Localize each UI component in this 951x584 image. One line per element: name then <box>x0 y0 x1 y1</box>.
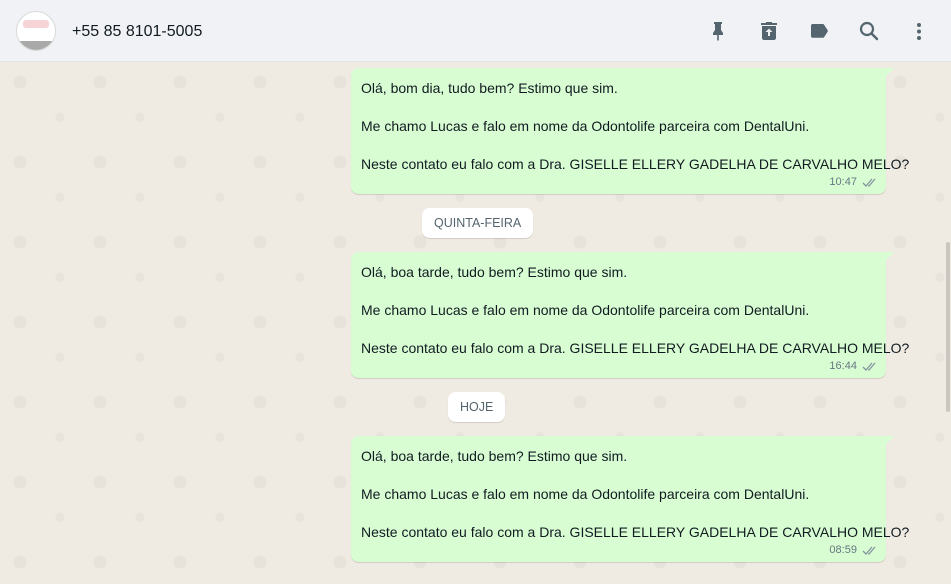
outgoing-message[interactable]: Olá, boa tarde, tudo bem? Estimo que sim… <box>351 252 909 378</box>
message-text: Olá, boa tarde, tudo bem? Estimo que sim… <box>361 448 628 464</box>
message-meta: 08:59 <box>829 543 878 558</box>
chat-scrollbar[interactable] <box>945 62 951 584</box>
date-divider: QUINTA-FEIRA <box>422 208 534 238</box>
double-check-icon <box>862 359 878 374</box>
avatar-band <box>17 41 55 50</box>
outgoing-message[interactable]: Olá, boa tarde, tudo bem? Estimo que sim… <box>351 436 909 562</box>
outgoing-message[interactable]: Olá, bom dia, tudo bem? Estimo que sim. … <box>351 68 909 194</box>
message-meta: 16:44 <box>829 359 878 374</box>
whatsapp-chat-window: +55 85 8101-5005 Olá, bom dia, tudo bem?… <box>0 0 951 584</box>
archive-icon[interactable] <box>757 19 781 43</box>
message-text: Neste contato eu falo com a Dra. GISELLE… <box>361 156 910 172</box>
message-text: Neste contato eu falo com a Dra. GISELLE… <box>361 340 910 356</box>
double-check-icon <box>862 543 878 558</box>
message-time: 10:47 <box>829 176 857 188</box>
label-icon[interactable] <box>807 19 831 43</box>
message-text: Olá, boa tarde, tudo bem? Estimo que sim… <box>361 264 628 280</box>
message-text: Me chamo Lucas e falo em nome da Odontol… <box>361 118 810 134</box>
contact-name[interactable]: +55 85 8101-5005 <box>72 22 202 42</box>
message-list[interactable]: Olá, bom dia, tudo bem? Estimo que sim. … <box>0 62 951 584</box>
double-check-icon <box>862 175 878 190</box>
message-text: Me chamo Lucas e falo em nome da Odontol… <box>361 486 810 502</box>
chat-header: +55 85 8101-5005 <box>0 0 951 62</box>
message-text: Olá, bom dia, tudo bem? Estimo que sim. <box>361 80 618 96</box>
menu-icon[interactable] <box>907 19 931 43</box>
scrollbar-thumb[interactable] <box>946 242 950 412</box>
contact-avatar[interactable] <box>16 11 56 51</box>
message-text: Me chamo Lucas e falo em nome da Odontol… <box>361 302 810 318</box>
message-meta: 10:47 <box>829 175 878 190</box>
pin-icon[interactable] <box>706 19 730 43</box>
message-text: Neste contato eu falo com a Dra. GISELLE… <box>361 524 910 540</box>
search-icon[interactable] <box>857 19 881 43</box>
date-divider: HOJE <box>448 392 506 422</box>
message-time: 08:59 <box>829 544 857 556</box>
avatar-logo <box>23 20 49 28</box>
message-time: 16:44 <box>829 360 857 372</box>
